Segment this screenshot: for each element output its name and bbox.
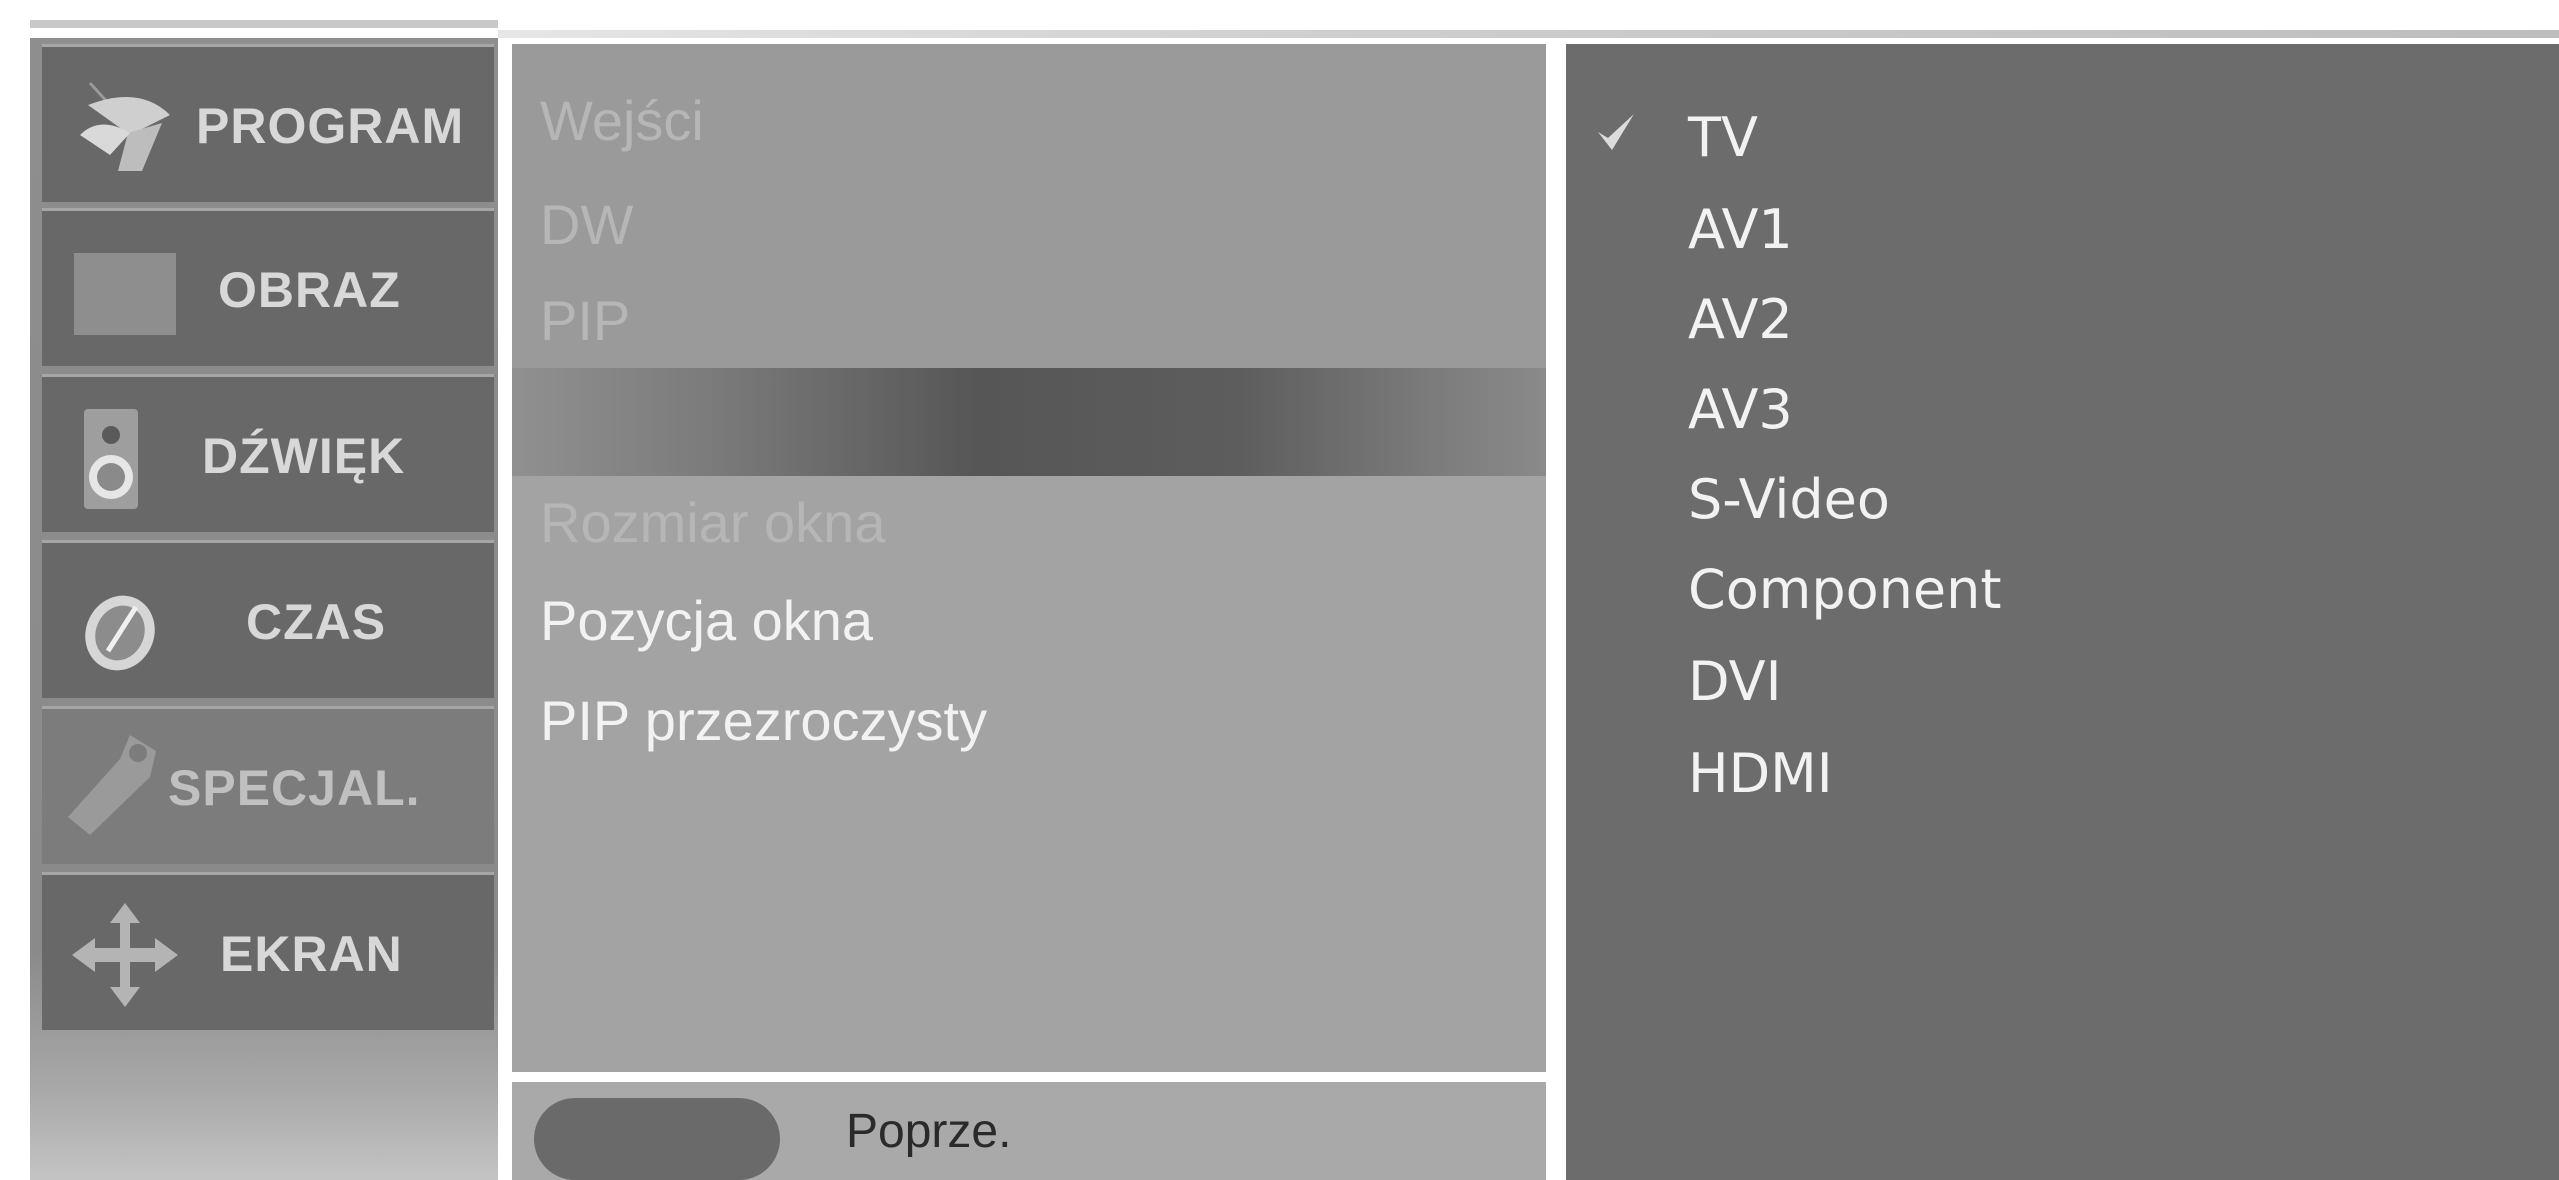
prev-button[interactable]: [534, 1098, 780, 1180]
menu-item-rozmiar-okna[interactable]: Rozmiar okna: [540, 490, 885, 555]
satellite-dish-icon: [80, 81, 170, 171]
submenu-item-tv[interactable]: TV: [1688, 106, 1758, 169]
category-label-specjal: SPECJAL.: [168, 760, 421, 816]
submenu-item-component[interactable]: Component: [1688, 558, 2002, 621]
tag-icon: [68, 735, 156, 835]
category-czas[interactable]: CZAS: [42, 540, 494, 698]
menu-item-pip[interactable]: PIP: [540, 288, 630, 353]
menu-item-pip-przezroczysty[interactable]: PIP przezroczysty: [540, 688, 987, 753]
submenu-item-s-video[interactable]: S-Video: [1688, 468, 1890, 531]
category-dzwiek[interactable]: DŹWIĘK: [42, 374, 494, 532]
category-obraz[interactable]: OBRAZ: [42, 208, 494, 366]
category-label-czas: CZAS: [246, 594, 387, 650]
submenu-item-av1[interactable]: AV1: [1688, 198, 1793, 261]
menu-item-pozycja-okna[interactable]: Pozycja okna: [540, 588, 873, 653]
checkmark-icon: [1598, 114, 1634, 150]
category-label-program: PROGRAM: [196, 98, 465, 154]
category-program[interactable]: PROGRAM: [42, 44, 494, 202]
category-label-obraz: OBRAZ: [218, 262, 401, 318]
move-arrows-icon: [72, 903, 178, 1007]
submenu-item-hdmi[interactable]: HDMI: [1688, 742, 1833, 805]
clock-icon: [85, 595, 155, 671]
menu-item-dw[interactable]: DW: [540, 192, 633, 257]
submenu-item-av2[interactable]: AV2: [1688, 288, 1793, 351]
category-label-ekran: EKRAN: [220, 926, 403, 982]
submenu-item-av3[interactable]: AV3: [1688, 378, 1793, 441]
menu-panel: [512, 44, 1546, 1072]
prev-button-label: Poprze.: [846, 1105, 1012, 1158]
category-specjal[interactable]: SPECJAL.: [42, 706, 494, 864]
menu-selection-highlight[interactable]: [512, 368, 1546, 476]
category-ekran[interactable]: EKRAN: [42, 872, 494, 1030]
menu-item-wejscie[interactable]: Wejści: [540, 88, 704, 153]
submenu-item-dvi[interactable]: DVI: [1688, 650, 1782, 713]
top-border-right: [498, 30, 2559, 38]
top-border-left: [30, 20, 498, 28]
category-label-dzwiek: DŹWIĘK: [202, 428, 406, 484]
picture-square-icon: [74, 253, 176, 335]
speaker-icon: [84, 409, 138, 509]
